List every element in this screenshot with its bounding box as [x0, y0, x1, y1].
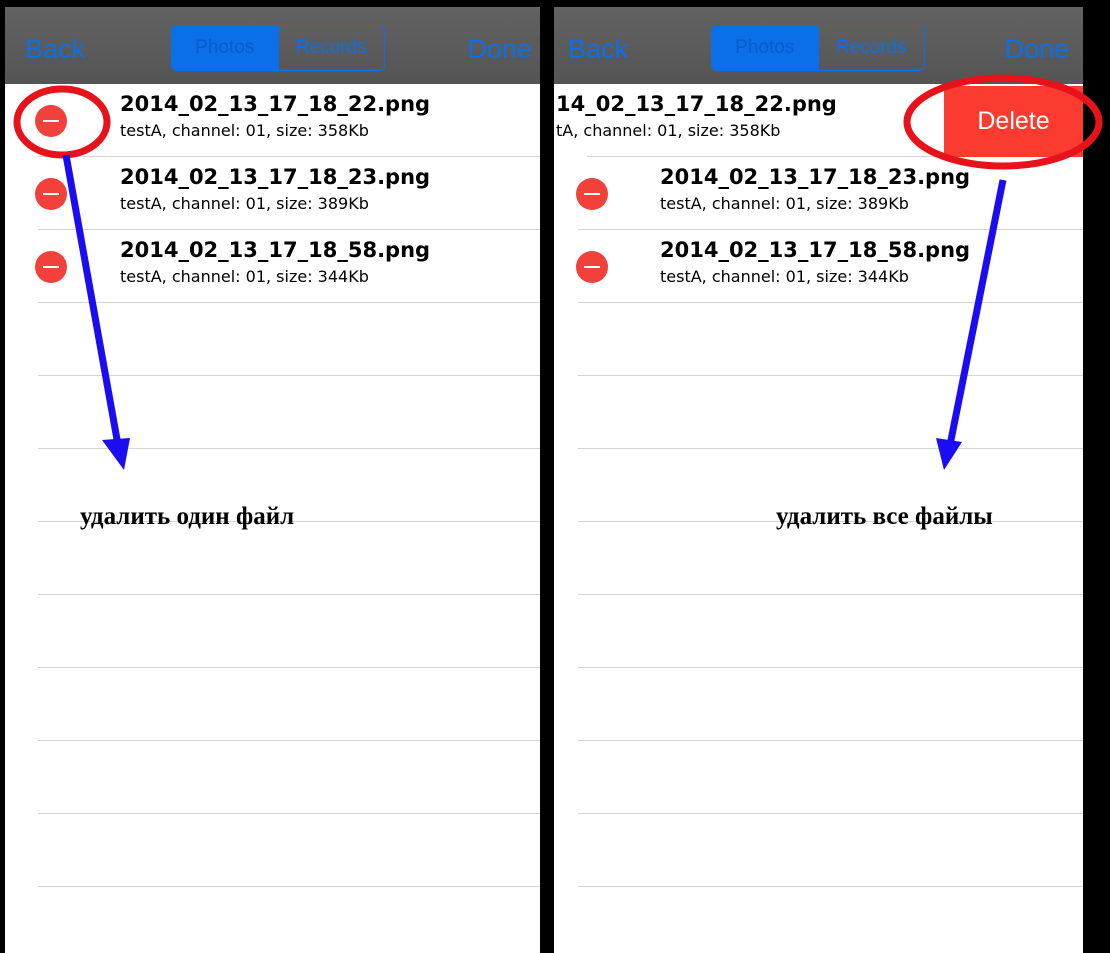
highlight-circle-left — [13, 85, 111, 159]
highlight-circle-right — [903, 74, 1103, 170]
arrow-right-head — [936, 438, 962, 470]
annotation-overlay — [13, 74, 1103, 470]
arrow-left-head — [102, 438, 130, 470]
arrow-left-shaft — [62, 154, 122, 446]
arrow-right-shaft — [946, 179, 1007, 446]
